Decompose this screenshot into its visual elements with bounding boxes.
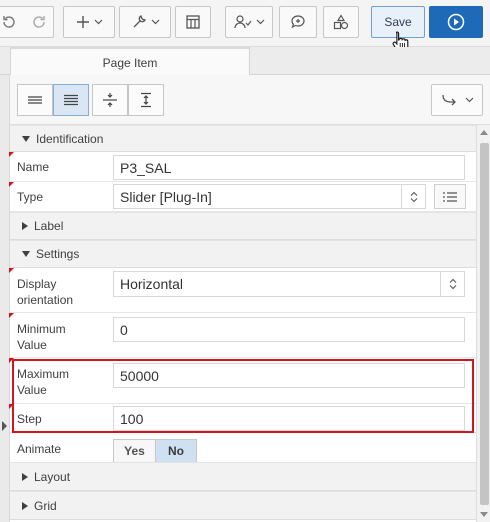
minimum-value-input[interactable]: 0 (113, 317, 465, 342)
list-lines-icon (28, 96, 42, 104)
select-arrows-icon (401, 185, 425, 208)
collapse-icon (103, 93, 117, 107)
utilities-icon (133, 15, 146, 28)
group-label[interactable]: Label (10, 212, 476, 240)
required-marker-icon (9, 404, 14, 409)
type-select[interactable]: Slider [Plug-In] (113, 184, 426, 209)
property-row-minimum-value: Minimum Value 0 (9, 313, 476, 358)
property-label: Maximum Value (17, 367, 70, 397)
chevron-down-icon (256, 19, 264, 25)
property-label: Display orientation (17, 277, 74, 307)
group-title: Identification (36, 131, 104, 146)
maximum-value-input[interactable]: 50000 (113, 363, 465, 388)
property-editor-tabs: Page Item (0, 47, 490, 76)
property-label: Step (17, 412, 42, 426)
group-settings[interactable]: Settings (10, 240, 476, 268)
property-row-maximum-value: Maximum Value 50000 (9, 358, 476, 404)
redo-icon[interactable] (32, 14, 48, 30)
select-arrows-icon (440, 272, 464, 296)
collapsed-triangle-icon (22, 222, 28, 230)
show-all-button[interactable] (53, 84, 89, 116)
undo-redo-group (0, 6, 54, 38)
create-icon (76, 16, 89, 28)
list-icon (443, 191, 457, 202)
shapes-button[interactable] (323, 6, 359, 38)
property-label: Animate (17, 442, 62, 456)
expand-all-button[interactable] (128, 84, 164, 116)
type-select-value: Slider [Plug-In] (120, 188, 212, 205)
run-page-button[interactable] (429, 6, 483, 38)
chevron-down-icon (465, 97, 473, 103)
tab-page-item[interactable]: Page Item (10, 47, 250, 76)
undo-icon[interactable] (0, 14, 16, 30)
required-marker-icon (9, 182, 14, 187)
scrollbar-thumb[interactable] (480, 143, 489, 505)
comments-icon (291, 15, 305, 29)
required-marker-icon (9, 358, 14, 363)
view-toolbar (10, 75, 490, 125)
animate-no-option[interactable]: No (156, 440, 196, 462)
shapes-icon (333, 14, 349, 30)
shared-components-button[interactable] (225, 6, 273, 38)
property-label: Name (17, 160, 50, 174)
step-input[interactable]: 100 (113, 406, 465, 431)
group-title: Layout (34, 469, 71, 484)
property-label: Type (17, 190, 44, 204)
utilities-menu-button[interactable] (119, 6, 171, 38)
list-dense-icon (64, 94, 78, 106)
create-menu-button[interactable] (63, 6, 115, 38)
property-label: Minimum Value (17, 322, 66, 352)
goto-group-menu-button[interactable] (431, 84, 483, 116)
display-orientation-select[interactable]: Horizontal (113, 271, 465, 297)
expand-arrow-icon[interactable] (2, 421, 7, 431)
group-grid[interactable]: Grid (10, 491, 476, 520)
expanded-triangle-icon (22, 251, 30, 257)
expanded-triangle-icon (22, 135, 30, 142)
group-identification[interactable]: Identification (10, 125, 476, 152)
scroll-up-icon[interactable] (480, 130, 488, 135)
goto-arrow-icon (441, 94, 456, 106)
property-row-name: Name P3_SAL (9, 152, 476, 182)
run-icon (447, 13, 465, 31)
shared-components-icon (233, 15, 251, 29)
expand-icon (141, 92, 151, 108)
animate-yes-option[interactable]: Yes (114, 440, 156, 462)
scroll-down-icon[interactable] (480, 512, 488, 517)
required-marker-icon (9, 152, 14, 157)
property-panel: Identification Name P3_SAL Type Slider [… (9, 125, 476, 522)
animate-toggle: Yes No (113, 439, 197, 463)
collapsed-triangle-icon (22, 501, 28, 510)
panel-scrollbar[interactable] (476, 125, 490, 522)
property-row-step: Step 100 (9, 404, 476, 433)
page-layout-icon (186, 15, 200, 29)
chevron-down-icon (151, 19, 159, 25)
comments-button[interactable] (279, 6, 317, 38)
main-toolbar: Save (0, 0, 490, 53)
collapse-all-button[interactable] (92, 84, 128, 116)
name-input[interactable]: P3_SAL (113, 155, 465, 180)
show-common-button[interactable] (17, 84, 53, 116)
group-title: Settings (36, 247, 80, 261)
property-row-display-orientation: Display orientation Horizontal (9, 268, 476, 313)
panel-splitter[interactable] (0, 75, 10, 522)
group-title: Grid (34, 498, 57, 513)
group-layout[interactable]: Layout (10, 462, 476, 491)
type-list-button[interactable] (434, 184, 466, 209)
display-orientation-value: Horizontal (120, 276, 184, 292)
required-marker-icon (9, 268, 14, 273)
page-layout-button[interactable] (175, 6, 211, 38)
collapsed-triangle-icon (22, 472, 28, 481)
group-title: Label (34, 219, 64, 233)
required-marker-icon (9, 313, 14, 318)
chevron-down-icon (94, 19, 102, 25)
property-row-type: Type Slider [Plug-In] (9, 182, 476, 212)
